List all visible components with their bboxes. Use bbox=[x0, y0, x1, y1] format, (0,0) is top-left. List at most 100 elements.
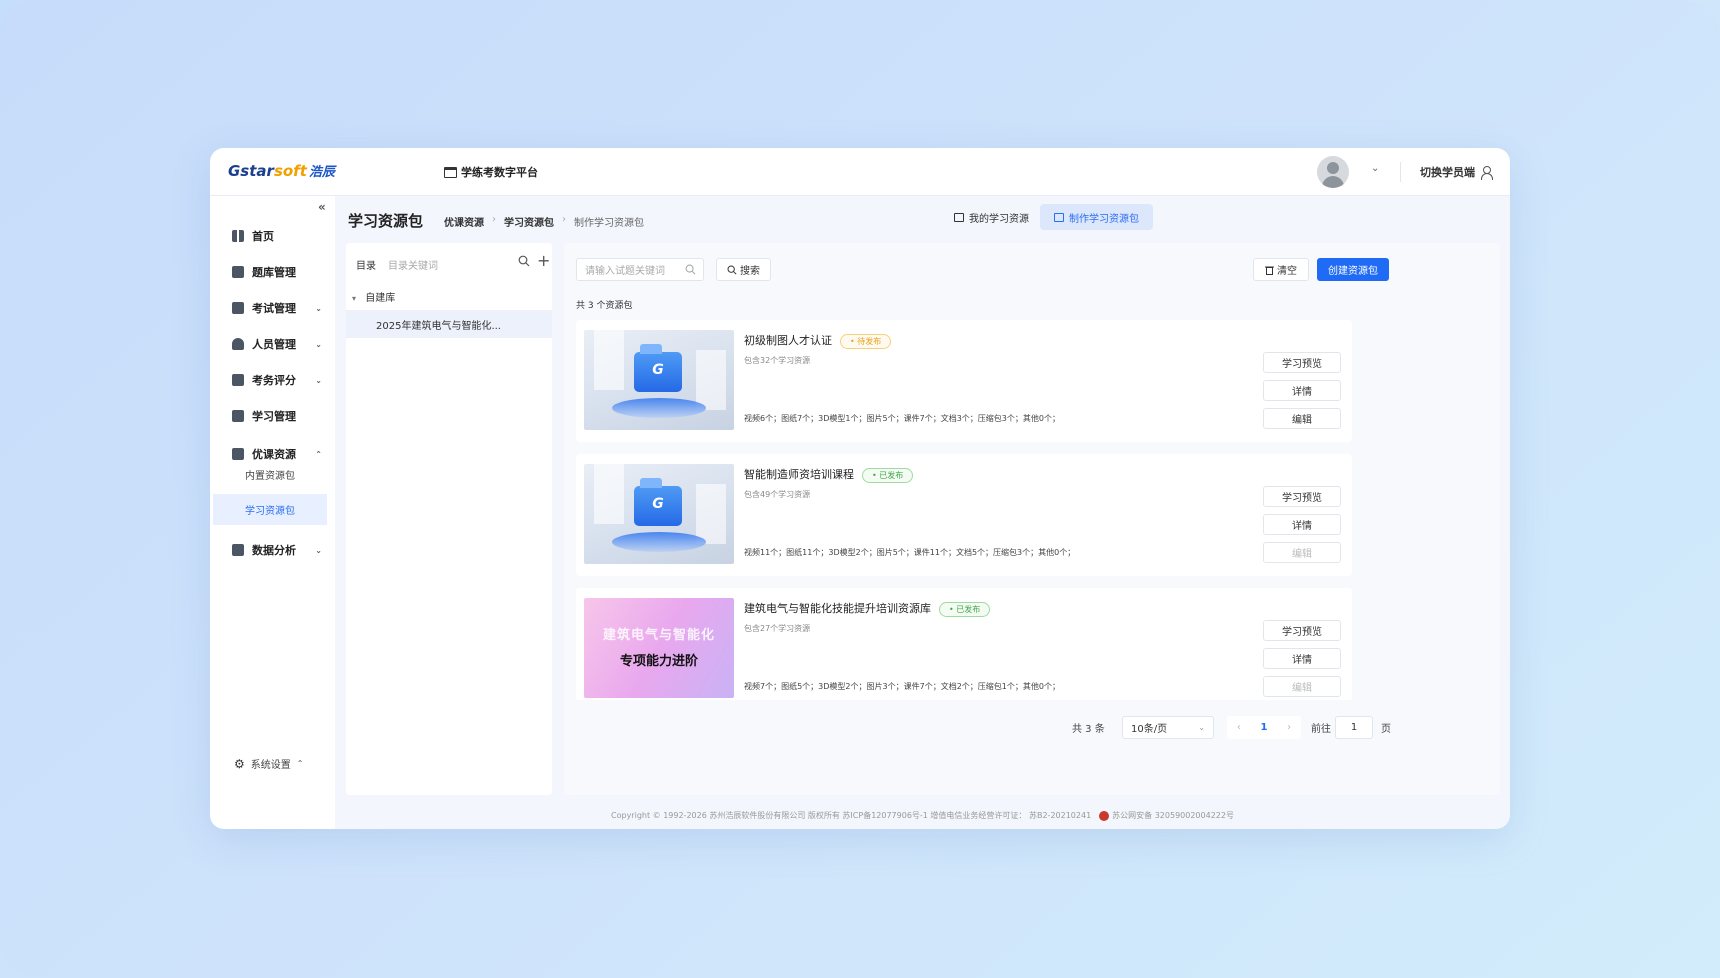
catalog-label: 目录 bbox=[356, 261, 376, 272]
thumb-decor bbox=[594, 330, 624, 390]
tab-label: 制作学习资源包 bbox=[1069, 213, 1139, 225]
sidebar-item-analytics[interactable]: 数据分析 ⌄ bbox=[232, 540, 332, 560]
user-icon bbox=[232, 338, 244, 350]
tab-label: 我的学习资源 bbox=[969, 213, 1029, 225]
card-title-text: 初级制图人才认证 bbox=[744, 334, 832, 347]
sidebar-subitem-label: 内置资源包 bbox=[245, 471, 295, 482]
goto-page-input[interactable]: 1 bbox=[1335, 716, 1373, 739]
thumb-decor bbox=[696, 484, 726, 544]
edit-button[interactable]: 编辑 bbox=[1263, 408, 1341, 429]
status-badge: • 已发布 bbox=[939, 601, 991, 617]
chevron-up-icon: ⌃ bbox=[315, 449, 322, 459]
chevron-down-icon[interactable]: ⌄ bbox=[1371, 163, 1379, 174]
tab-my-resources[interactable]: 我的学习资源 bbox=[940, 204, 1043, 230]
create-pack-button[interactable]: 创建资源包 bbox=[1317, 258, 1389, 281]
card-title[interactable]: 智能制造师资培训课程 • 已发布 bbox=[744, 466, 914, 483]
catalog-keyword-input[interactable]: 目录关键词 bbox=[388, 257, 438, 272]
platform-label: 学练考数字平台 bbox=[461, 166, 538, 179]
grid-icon bbox=[232, 374, 244, 386]
logo-soft: soft bbox=[273, 162, 307, 180]
thumb-subtitle: 专项能力进阶 bbox=[619, 654, 698, 669]
search-button[interactable]: 搜索 bbox=[716, 258, 771, 281]
sidebar-subitem-builtin[interactable]: 内置资源包 bbox=[213, 459, 327, 490]
edit-button[interactable]: 编辑 bbox=[1263, 542, 1341, 563]
breadcrumb-separator-icon: › bbox=[562, 214, 566, 225]
thumb-decor bbox=[594, 464, 624, 524]
logo-main: Gstar bbox=[228, 162, 274, 180]
thumb-decor bbox=[612, 532, 706, 552]
detail-button[interactable]: 详情 bbox=[1263, 648, 1341, 669]
trash-icon bbox=[1265, 266, 1274, 275]
top-header: Gstarsoft 浩辰 学练考数字平台 ⌄ 切换学员端 bbox=[210, 148, 1510, 196]
thumb-title: 建筑电气与智能化 bbox=[602, 628, 715, 643]
building-icon bbox=[444, 166, 457, 178]
police-record-text[interactable]: 苏公网安备 32059002004222号 bbox=[1112, 811, 1234, 820]
card-stats: 视频6个；图纸7个；3D模型1个；图片5个；课件7个；文档3个；压缩包3个；其他… bbox=[744, 414, 1060, 423]
resource-card: 建筑电气与智能化 专项能力进阶 建筑电气与智能化技能提升培训资源库 • 已发布 包… bbox=[576, 588, 1352, 700]
tab-make-pack[interactable]: 制作学习资源包 bbox=[1040, 204, 1153, 230]
breadcrumb-separator-icon: › bbox=[492, 214, 496, 225]
list-icon bbox=[1054, 212, 1064, 222]
resource-card: G 智能制造师资培训课程 • 已发布 包含49个学习资源 视频11个；图纸11个；… bbox=[576, 454, 1352, 576]
sidebar-item-grading[interactable]: 考务评分 ⌄ bbox=[232, 370, 332, 390]
catalog-panel: 目录 目录关键词 + ▾ 自建库 2025年建筑电气与智能化... bbox=[346, 243, 552, 795]
chevron-down-icon: ⌄ bbox=[315, 339, 322, 349]
sidebar-item-learning[interactable]: 学习管理 bbox=[232, 406, 332, 426]
book-icon bbox=[232, 266, 244, 278]
search-button-label: 搜索 bbox=[740, 266, 760, 277]
clear-button-label: 清空 bbox=[1277, 266, 1297, 277]
thumb-decor bbox=[612, 398, 706, 418]
catalog-root-label: 自建库 bbox=[365, 293, 396, 304]
system-settings[interactable]: ⚙ 系统设置 ⌃ bbox=[234, 756, 303, 772]
sidebar-item-label: 考务评分 bbox=[252, 374, 296, 387]
next-page-icon[interactable]: › bbox=[1287, 722, 1291, 733]
card-title-text: 建筑电气与智能化技能提升培训资源库 bbox=[744, 602, 931, 615]
prev-page-icon[interactable]: ‹ bbox=[1237, 722, 1241, 733]
preview-button[interactable]: 学习预览 bbox=[1263, 352, 1341, 373]
search-icon[interactable] bbox=[518, 255, 530, 267]
folder-icon: G bbox=[634, 478, 682, 526]
bar-chart-icon bbox=[232, 544, 244, 556]
sidebar-item-people[interactable]: 人员管理 ⌄ bbox=[232, 334, 332, 354]
clear-button[interactable]: 清空 bbox=[1253, 258, 1309, 281]
detail-button[interactable]: 详情 bbox=[1263, 514, 1341, 535]
avatar[interactable] bbox=[1317, 156, 1349, 188]
sidebar-item-exam[interactable]: 考试管理 ⌄ bbox=[232, 298, 332, 318]
switch-label: 切换学员端 bbox=[1420, 166, 1475, 179]
card-title[interactable]: 建筑电气与智能化技能提升培训资源库 • 已发布 bbox=[744, 600, 991, 617]
page-title: 学习资源包 bbox=[348, 212, 424, 230]
copyright-text: Copyright © 1992-2026 苏州浩辰软件股份有限公司 版权所有 … bbox=[611, 811, 1092, 820]
search-input[interactable]: 请输入试题关键词 bbox=[576, 258, 704, 281]
preview-button[interactable]: 学习预览 bbox=[1263, 486, 1341, 507]
police-emblem-icon bbox=[1099, 810, 1110, 821]
card-clip: 建筑电气与智能化 专项能力进阶 建筑电气与智能化技能提升培训资源库 • 已发布 包… bbox=[564, 588, 1500, 700]
folder-icon: G bbox=[634, 344, 682, 392]
breadcrumb-item[interactable]: 优课资源 bbox=[444, 214, 484, 229]
sidebar-subitem-learning-pack[interactable]: 学习资源包 bbox=[213, 494, 327, 525]
preview-button[interactable]: 学习预览 bbox=[1263, 620, 1341, 641]
breadcrumb-item[interactable]: 学习资源包 bbox=[504, 214, 554, 229]
gear-icon: ⚙ bbox=[234, 756, 245, 771]
logo-cn: 浩辰 bbox=[308, 165, 335, 180]
card-title[interactable]: 初级制图人才认证 • 待发布 bbox=[744, 332, 892, 349]
breadcrumb: 优课资源 › 学习资源包 › 制作学习资源包 bbox=[444, 214, 644, 229]
library-icon bbox=[232, 410, 244, 422]
catalog-root[interactable]: ▾ 自建库 bbox=[352, 289, 395, 304]
page-number[interactable]: 1 bbox=[1261, 722, 1268, 733]
switch-student-button[interactable]: 切换学员端 bbox=[1420, 164, 1494, 180]
search-icon bbox=[685, 264, 696, 275]
sidebar-item-question-bank[interactable]: 题库管理 bbox=[232, 262, 332, 282]
collapse-icon[interactable]: « bbox=[318, 200, 326, 214]
catalog-child-label: 2025年建筑电气与智能化... bbox=[376, 320, 501, 332]
logo[interactable]: Gstarsoft 浩辰 bbox=[228, 161, 335, 180]
sidebar-item-label: 数据分析 bbox=[252, 544, 296, 557]
detail-button[interactable]: 详情 bbox=[1263, 380, 1341, 401]
page-size-select[interactable]: 10条/页 ⌄ bbox=[1122, 716, 1214, 739]
sidebar-item-home[interactable]: 首页 bbox=[232, 226, 332, 246]
sidebar-item-label: 题库管理 bbox=[252, 266, 296, 279]
add-icon[interactable]: + bbox=[537, 251, 550, 270]
card-thumbnail: G bbox=[584, 330, 734, 430]
sidebar-item-label: 首页 bbox=[252, 230, 274, 243]
edit-button[interactable]: 编辑 bbox=[1263, 676, 1341, 697]
catalog-child[interactable]: 2025年建筑电气与智能化... bbox=[346, 310, 552, 338]
